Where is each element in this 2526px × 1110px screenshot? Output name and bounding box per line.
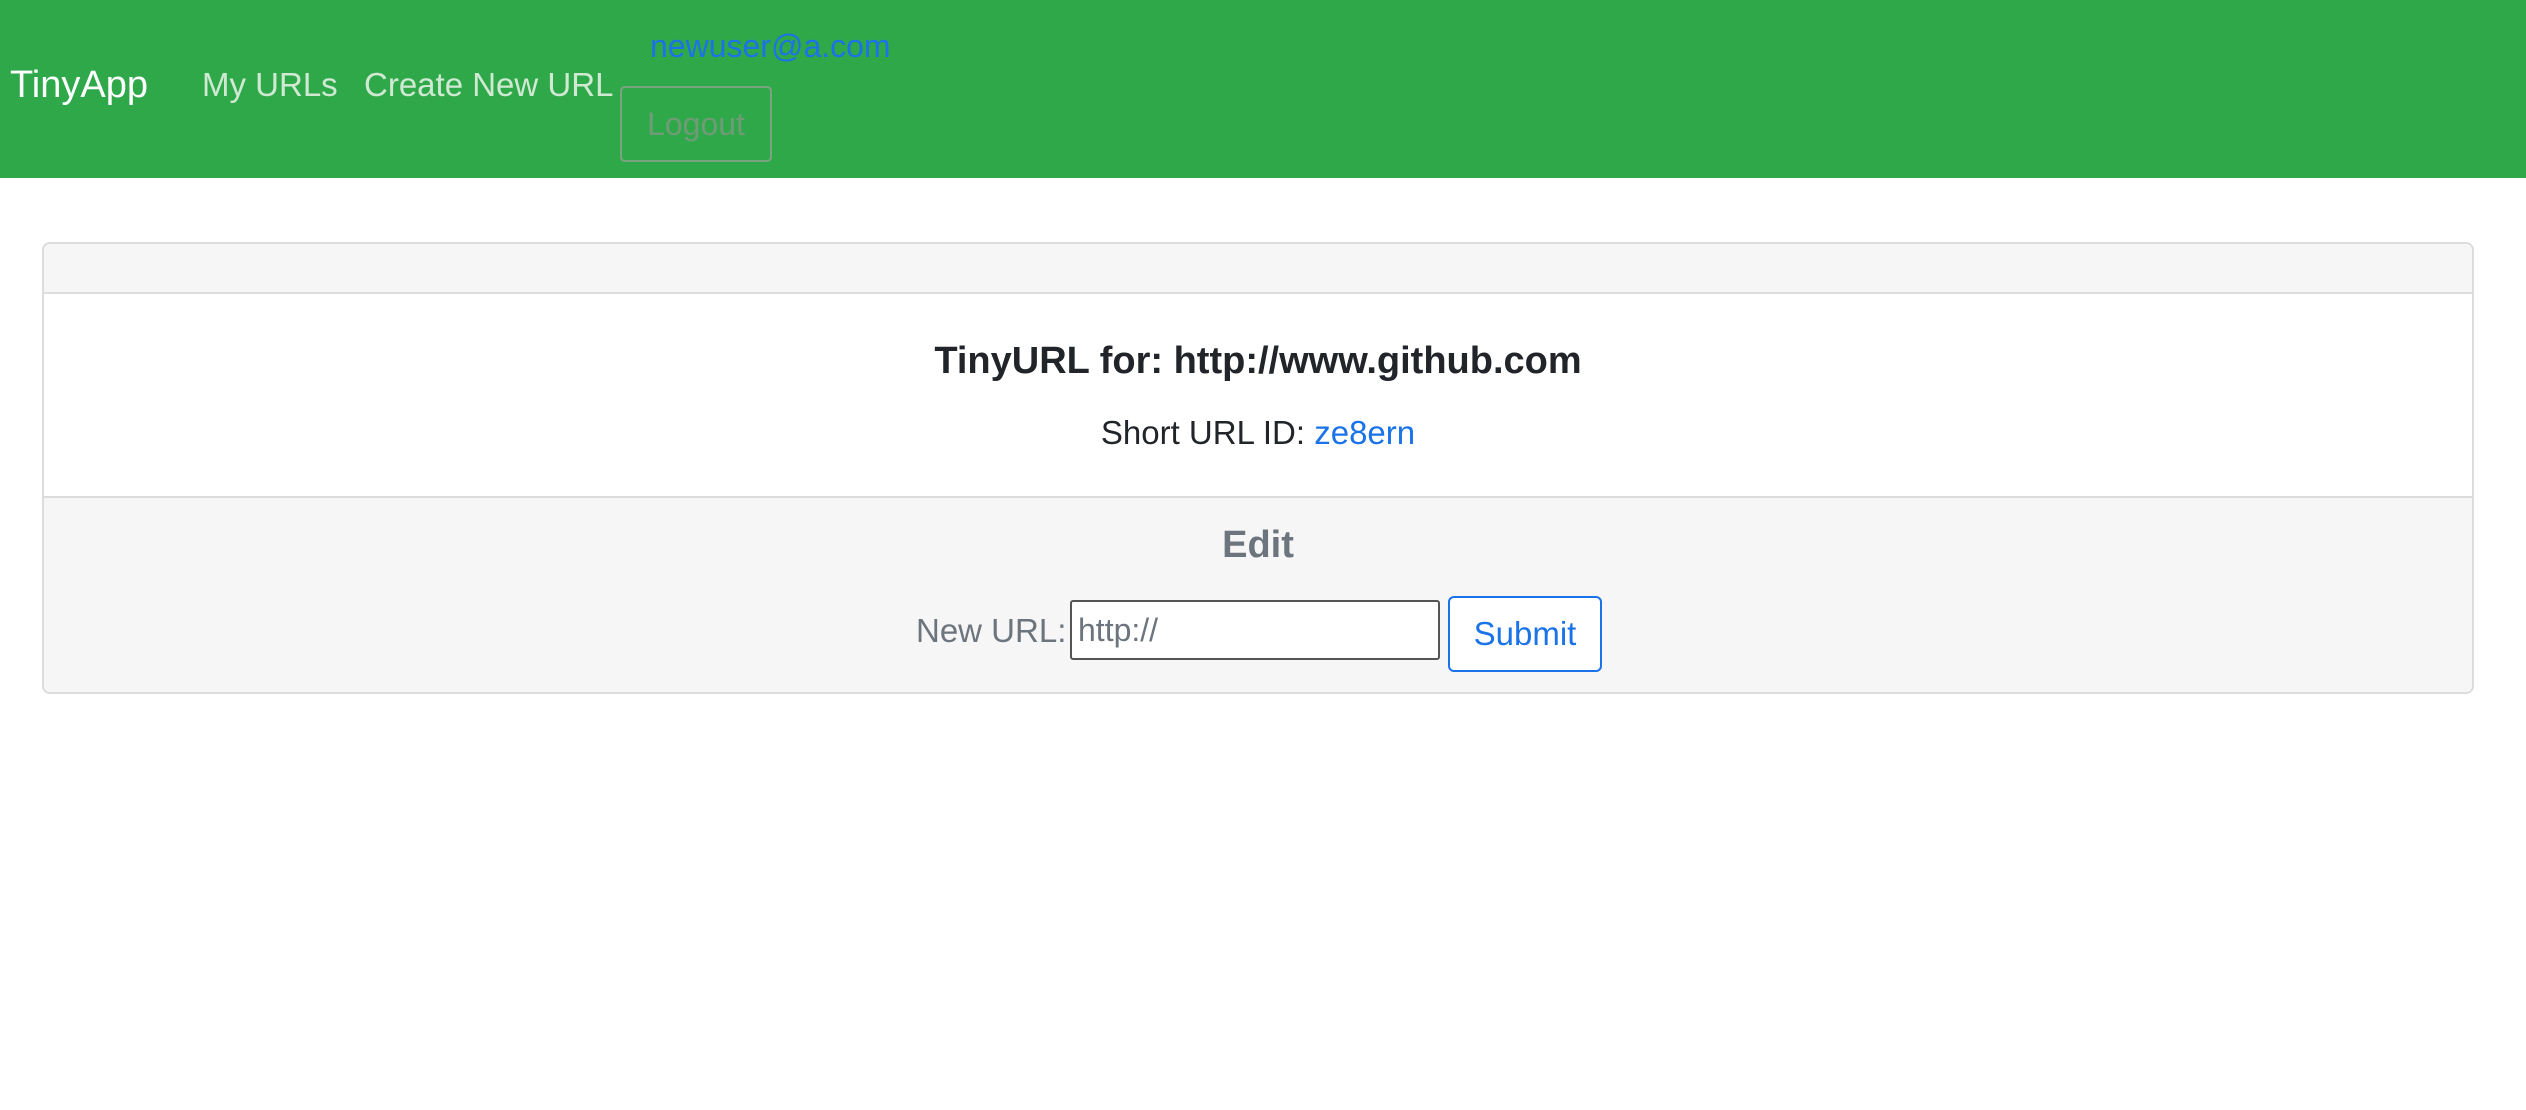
short-url-label: Short URL ID:: [1100, 414, 1306, 451]
card-title: TinyURL for: http://www.github.com: [934, 340, 1582, 382]
url-card: TinyURL for: http://www.github.com Short…: [42, 242, 2474, 694]
user-email: newuser@a.com: [650, 28, 891, 64]
card-footer-edit-section: Edit New URL: Submit: [44, 496, 2472, 692]
brand-logo-link[interactable]: TinyApp: [10, 58, 148, 112]
edit-heading: Edit: [1222, 524, 1294, 566]
new-url-label: New URL:: [916, 612, 1067, 649]
nav-link-my-urls[interactable]: My URLs: [202, 62, 338, 108]
short-url-id-link[interactable]: ze8ern: [1314, 414, 1415, 451]
logout-button[interactable]: Logout: [620, 86, 772, 162]
new-url-input[interactable]: [1070, 600, 1440, 660]
short-url-line: Short URL ID: ze8ern: [44, 410, 2472, 456]
top-navbar: TinyApp My URLs Create New URL newuser@a…: [0, 0, 2526, 178]
nav-link-create-new-url[interactable]: Create New URL: [364, 62, 613, 108]
card-header: [44, 244, 2472, 294]
card-body: TinyURL for: http://www.github.com Short…: [44, 294, 2472, 496]
submit-button[interactable]: Submit: [1448, 596, 1602, 672]
